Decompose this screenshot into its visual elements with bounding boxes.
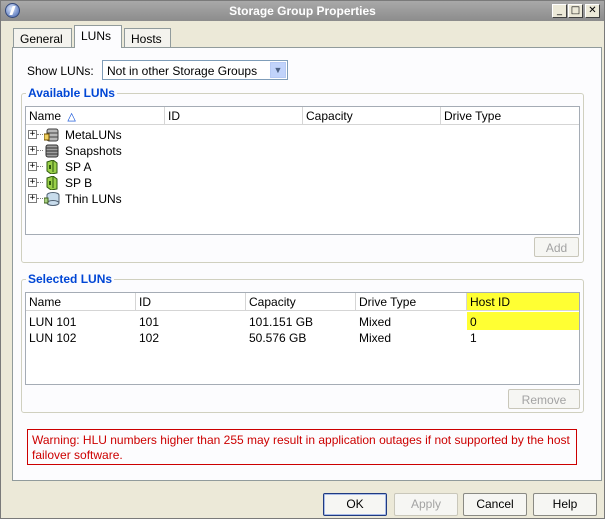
expand-icon[interactable]: + <box>28 130 37 139</box>
table-row-drive-type: Mixed <box>359 315 392 329</box>
table-row-capacity: 101.151 GB <box>249 315 314 329</box>
host-id-field[interactable]: 1 <box>470 331 477 345</box>
host-id-field[interactable]: 0 <box>470 315 477 329</box>
table-row-id: 101 <box>139 315 160 329</box>
table-row-name[interactable]: LUN 102 <box>29 331 76 345</box>
table-row-name[interactable]: LUN 101 <box>29 315 76 329</box>
tab-luns[interactable]: LUNs <box>74 25 122 48</box>
column-header-id[interactable]: ID <box>165 107 303 125</box>
tab-general-label: General <box>20 32 63 46</box>
ok-button[interactable]: OK <box>323 493 387 516</box>
show-luns-selected: Not in other Storage Groups <box>107 64 258 78</box>
add-button[interactable]: Add <box>534 237 579 257</box>
column-header-name[interactable]: Name △ <box>26 107 165 125</box>
host-id-highlight <box>467 312 579 330</box>
help-button[interactable]: Help <box>533 493 597 516</box>
column-header-id[interactable]: ID <box>136 293 246 311</box>
storage-processor-icon <box>46 176 58 190</box>
show-luns-label: Show LUNs: <box>27 64 94 78</box>
column-header-capacity[interactable]: Capacity <box>246 293 356 311</box>
table-row-capacity: 50.576 GB <box>249 331 307 345</box>
expand-icon[interactable]: + <box>28 162 37 171</box>
snapshot-icon <box>45 144 59 158</box>
chevron-down-icon[interactable]: ▼ <box>270 62 286 78</box>
tree-item-label: SP B <box>65 176 93 190</box>
expand-icon[interactable]: + <box>28 178 37 187</box>
column-header-drive-type[interactable]: Drive Type <box>441 107 579 125</box>
table-row-id: 102 <box>139 331 160 345</box>
tab-general[interactable]: General <box>13 28 72 48</box>
show-luns-dropdown[interactable]: Not in other Storage Groups ▼ <box>102 60 288 80</box>
column-header-capacity[interactable]: Capacity <box>303 107 441 125</box>
selected-luns-title: Selected LUNs <box>26 272 115 286</box>
apply-button[interactable]: Apply <box>394 493 458 516</box>
minimize-button[interactable]: _ <box>552 4 567 18</box>
available-luns-table[interactable]: Name △ ID Capacity Drive Type + MetaLUNs… <box>25 106 580 235</box>
storage-group-properties-dialog: Storage Group Properties _ □ ✕ General L… <box>0 0 605 519</box>
table-row-drive-type: Mixed <box>359 331 392 345</box>
thin-lun-icon <box>44 192 60 206</box>
column-header-name-label: Name <box>29 109 62 123</box>
remove-button[interactable]: Remove <box>508 389 580 409</box>
sort-ascending-icon: △ <box>67 111 76 123</box>
close-button[interactable]: ✕ <box>585 4 600 18</box>
maximize-button[interactable]: □ <box>568 4 583 18</box>
expand-icon[interactable]: + <box>28 194 37 203</box>
tree-item-label: Snapshots <box>65 144 122 158</box>
metalun-icon <box>44 128 59 142</box>
tree-item-label: SP A <box>65 160 92 174</box>
selected-luns-table[interactable]: Name ID Capacity Drive Type Host ID LUN … <box>25 292 580 385</box>
tab-hosts-label: Hosts <box>131 32 162 46</box>
cancel-button[interactable]: Cancel <box>463 493 527 516</box>
available-luns-title: Available LUNs <box>26 86 117 100</box>
expand-icon[interactable]: + <box>28 146 37 155</box>
column-header-host-id[interactable]: Host ID <box>467 293 579 311</box>
tab-hosts[interactable]: Hosts <box>124 28 171 48</box>
title-bar[interactable]: Storage Group Properties _ □ ✕ <box>1 1 604 21</box>
tab-luns-label: LUNs <box>81 29 112 43</box>
tree-item-label: Thin LUNs <box>65 192 122 206</box>
column-header-drive-type[interactable]: Drive Type <box>356 293 467 311</box>
column-header-name[interactable]: Name <box>26 293 136 311</box>
tree-item-label: MetaLUNs <box>65 128 122 142</box>
window-title: Storage Group Properties <box>229 4 376 18</box>
hlu-warning-message: Warning: HLU numbers higher than 255 may… <box>27 429 577 465</box>
storage-processor-icon <box>46 160 58 174</box>
